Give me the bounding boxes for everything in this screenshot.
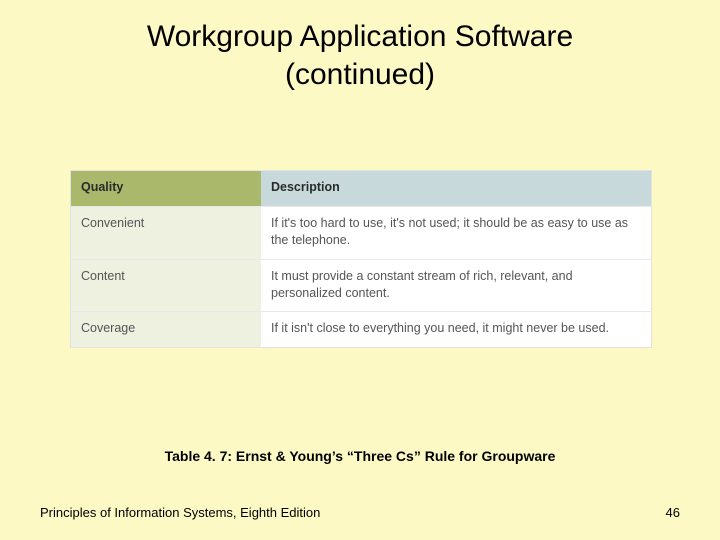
header-quality: Quality [71,171,261,206]
table-row: Coverage If it isn't close to everything… [71,312,651,347]
table-row: Convenient If it's too hard to use, it's… [71,206,651,259]
header-description: Description [261,171,651,206]
cell-description: If it isn't close to everything you need… [261,312,651,347]
three-cs-table: Quality Description Convenient If it's t… [70,170,652,348]
footer-text: Principles of Information Systems, Eight… [40,505,320,520]
table: Quality Description Convenient If it's t… [71,171,651,347]
title-line2: (continued) [285,58,435,91]
page-number: 46 [666,505,680,520]
slide: Workgroup Application Software (continue… [0,0,720,540]
slide-title: Workgroup Application Software (continue… [0,0,720,93]
cell-description: If it's too hard to use, it's not used; … [261,206,651,259]
cell-quality: Coverage [71,312,261,347]
cell-quality: Convenient [71,206,261,259]
cell-description: It must provide a constant stream of ric… [261,259,651,312]
table-row: Content It must provide a constant strea… [71,259,651,312]
table-header-row: Quality Description [71,171,651,206]
title-line1: Workgroup Application Software [147,20,573,53]
table-caption: Table 4. 7: Ernst & Young’s “Three Cs” R… [0,448,720,464]
cell-quality: Content [71,259,261,312]
